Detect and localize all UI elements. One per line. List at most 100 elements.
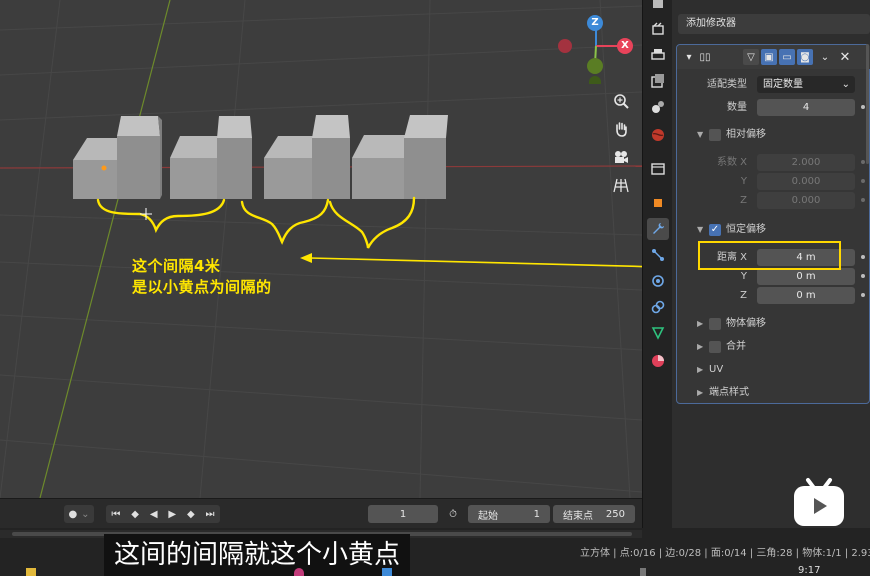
merge-checkbox[interactable] xyxy=(709,341,721,353)
keyframe-dot-icon[interactable] xyxy=(861,160,865,164)
grid-icon[interactable] xyxy=(608,172,634,198)
start-frame-field[interactable]: 起始 1 xyxy=(468,505,550,523)
material-tab-icon[interactable] xyxy=(647,350,669,372)
viewport-display-icon[interactable]: ▭ xyxy=(779,49,795,65)
scene-tab-icon[interactable] xyxy=(647,96,669,118)
relative-offset-label: 相对偏移 xyxy=(726,129,766,140)
jump-start-icon[interactable]: ⏮ xyxy=(111,509,120,520)
z-axis-handle[interactable]: Z xyxy=(587,15,603,31)
array-copy-4 xyxy=(352,115,448,199)
play-icon[interactable]: ▶ xyxy=(168,509,176,520)
keyframe-dot-icon[interactable] xyxy=(861,198,865,202)
y-axis-handle[interactable] xyxy=(587,58,603,74)
merge-subpanel[interactable]: ▶ 合并 xyxy=(677,337,870,357)
modifier-tab-icon[interactable] xyxy=(647,218,669,240)
keyframe-dot-icon[interactable] xyxy=(861,105,865,109)
factor-z-field[interactable]: 0.000 xyxy=(757,192,855,209)
factor-z-label: Z xyxy=(740,195,747,206)
floor-grid xyxy=(0,0,642,498)
add-modifier-button[interactable]: 添加修改器 xyxy=(678,14,870,34)
keyframe-dot-icon[interactable] xyxy=(861,274,865,278)
annotation-highlight-box xyxy=(698,241,841,270)
constant-offset-checkbox[interactable]: ✓ xyxy=(709,224,721,236)
stopwatch-icon[interactable]: ⏱ xyxy=(443,505,463,523)
particles-tab-icon[interactable] xyxy=(647,244,669,266)
taskbar-app-icon[interactable] xyxy=(294,568,304,576)
view-layer-tab-icon[interactable] xyxy=(647,70,669,92)
keyframe-dot-icon[interactable] xyxy=(861,293,865,297)
object-offset-checkbox[interactable] xyxy=(709,318,721,330)
count-row: 数量 4 xyxy=(677,98,870,117)
output-tab-icon[interactable] xyxy=(647,44,669,66)
y-axis-line xyxy=(39,0,171,498)
data-tab-icon[interactable] xyxy=(647,322,669,344)
taskbar-clock: 9:17 xyxy=(798,565,821,576)
taskbar-tray-icon[interactable] xyxy=(640,568,646,576)
taskbar-app-icon-2[interactable] xyxy=(382,568,392,576)
neg-x-axis-handle[interactable] xyxy=(558,39,572,53)
camera-icon[interactable] xyxy=(608,144,634,170)
count-field[interactable]: 4 xyxy=(757,99,855,116)
array-modifier-icon: ▯▯ xyxy=(699,51,711,63)
neg-y-axis-handle[interactable] xyxy=(589,76,601,84)
distance-y-field[interactable]: 0 m xyxy=(757,268,855,285)
zoom-icon[interactable] xyxy=(608,88,634,114)
jump-end-icon[interactable]: ⏭ xyxy=(206,509,215,520)
array-copy-1 xyxy=(73,116,162,199)
object-offset-subpanel[interactable]: ▶ 物体偏移 xyxy=(677,314,870,334)
factor-x-label: 系数 X xyxy=(716,157,747,168)
caps-subpanel[interactable]: ▶ 端点样式 xyxy=(677,383,870,403)
properties-scrollbar[interactable] xyxy=(866,44,869,164)
array-copy-2 xyxy=(170,116,252,199)
hand-pan-icon[interactable] xyxy=(608,116,634,142)
collapse-chevron-icon[interactable]: ▾ xyxy=(681,49,697,65)
count-label: 数量 xyxy=(727,102,747,113)
current-frame-field[interactable]: 1 xyxy=(368,505,438,523)
keyframe-record-button[interactable]: ● ⌄ xyxy=(64,505,94,523)
next-keyframe-icon[interactable]: ◆ xyxy=(187,509,195,520)
expand-chevron-icon: ▶ xyxy=(697,319,704,328)
remove-modifier-icon[interactable]: ✕ xyxy=(837,49,853,65)
arrow-head xyxy=(300,253,312,263)
uv-subpanel[interactable]: ▶ UV xyxy=(677,360,870,380)
world-tab-icon[interactable] xyxy=(647,124,669,146)
modifier-menu-icon[interactable]: ⌄ xyxy=(817,49,833,65)
keyframe-dot-icon[interactable] xyxy=(861,255,865,259)
constraints-tab-icon[interactable] xyxy=(647,296,669,318)
factor-x-field[interactable]: 2.000 xyxy=(757,154,855,171)
keyframe-dot-icon[interactable] xyxy=(861,179,865,183)
factor-y-label: Y xyxy=(740,176,747,187)
start-frame-label: 起始 xyxy=(478,510,498,522)
distance-z-row: Z 0 m xyxy=(677,286,870,305)
fit-type-value: 固定数量 xyxy=(763,79,803,90)
relative-offset-subpanel[interactable]: ▼ 相对偏移 xyxy=(677,125,870,145)
tool-tab-icon[interactable] xyxy=(647,0,669,16)
prev-keyframe-icon[interactable]: ◆ xyxy=(131,509,139,520)
collection-tab-icon[interactable] xyxy=(647,158,669,180)
edit-cage-icon[interactable]: ▽ xyxy=(743,49,759,65)
render-display-icon[interactable]: ◙ xyxy=(797,49,813,65)
render-tab-icon[interactable] xyxy=(647,18,669,40)
object-offset-label: 物体偏移 xyxy=(726,318,766,329)
folder-icon[interactable] xyxy=(26,568,36,576)
object-tab-icon[interactable] xyxy=(647,192,669,214)
physics-tab-icon[interactable] xyxy=(647,270,669,292)
dropdown-chevron-icon: ⌄ xyxy=(841,79,850,90)
x-axis-handle[interactable]: X xyxy=(617,38,633,54)
timeline: ● ⌄ ⏮ ◆ ◀ ▶ ◆ ⏭ 1 ⏱ 起始 1 结束点 250 xyxy=(0,498,642,528)
factor-x-row: 系数 X 2.000 xyxy=(677,153,870,172)
end-frame-field[interactable]: 结束点 250 xyxy=(553,505,635,523)
distance-z-label: Z xyxy=(740,290,747,301)
constant-offset-subpanel[interactable]: ▼ ✓ 恒定偏移 xyxy=(677,220,870,240)
fit-type-select[interactable]: 固定数量 ⌄ xyxy=(757,76,855,93)
fit-type-label: 适配类型 xyxy=(707,79,747,90)
factor-y-field[interactable]: 0.000 xyxy=(757,173,855,190)
relative-offset-checkbox[interactable] xyxy=(709,129,721,141)
play-reverse-icon[interactable]: ◀ xyxy=(150,509,158,520)
array-modifier-panel: ▾ ▯▯ ▽ ▣ ▭ ◙ ⌄ ✕ 适配类型 固定数量 ⌄ 数量 4 ▼ 相对偏移… xyxy=(676,44,870,404)
navigation-gizmo[interactable]: Z X xyxy=(552,12,642,84)
edit-mode-icon[interactable]: ▣ xyxy=(761,49,777,65)
3d-viewport[interactable]: Z X 这个间隔4米 是以小黄点为间隔的 xyxy=(0,0,642,498)
distance-z-field[interactable]: 0 m xyxy=(757,287,855,304)
merge-label: 合并 xyxy=(726,341,746,352)
